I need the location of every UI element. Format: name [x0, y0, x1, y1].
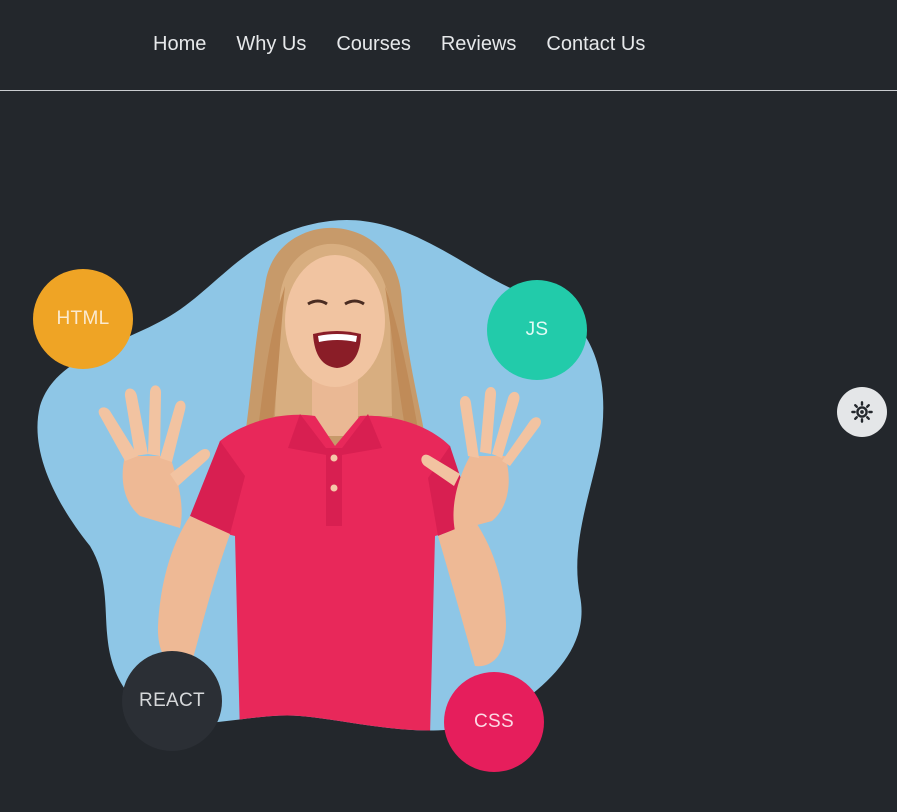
theme-toggle-button[interactable] — [837, 387, 887, 437]
page: Home Why Us Courses Reviews Contact Us H… — [0, 0, 897, 812]
hero-section: HTML JS REACT CSS — [0, 91, 897, 812]
html-bubble: HTML — [33, 269, 133, 369]
nav-link-reviews[interactable]: Reviews — [441, 30, 517, 58]
nav-link-why-us[interactable]: Why Us — [236, 30, 306, 58]
css-bubble: CSS — [444, 672, 544, 772]
nav-link-home[interactable]: Home — [153, 30, 206, 58]
react-bubble: REACT — [122, 651, 222, 751]
navbar: Home Why Us Courses Reviews Contact Us — [0, 0, 897, 91]
sun-icon — [851, 401, 873, 423]
nav-menu: Home Why Us Courses Reviews Contact Us — [153, 30, 675, 58]
js-bubble: JS — [487, 280, 587, 380]
nav-link-courses[interactable]: Courses — [336, 30, 410, 58]
nav-link-contact-us[interactable]: Contact Us — [546, 30, 645, 58]
